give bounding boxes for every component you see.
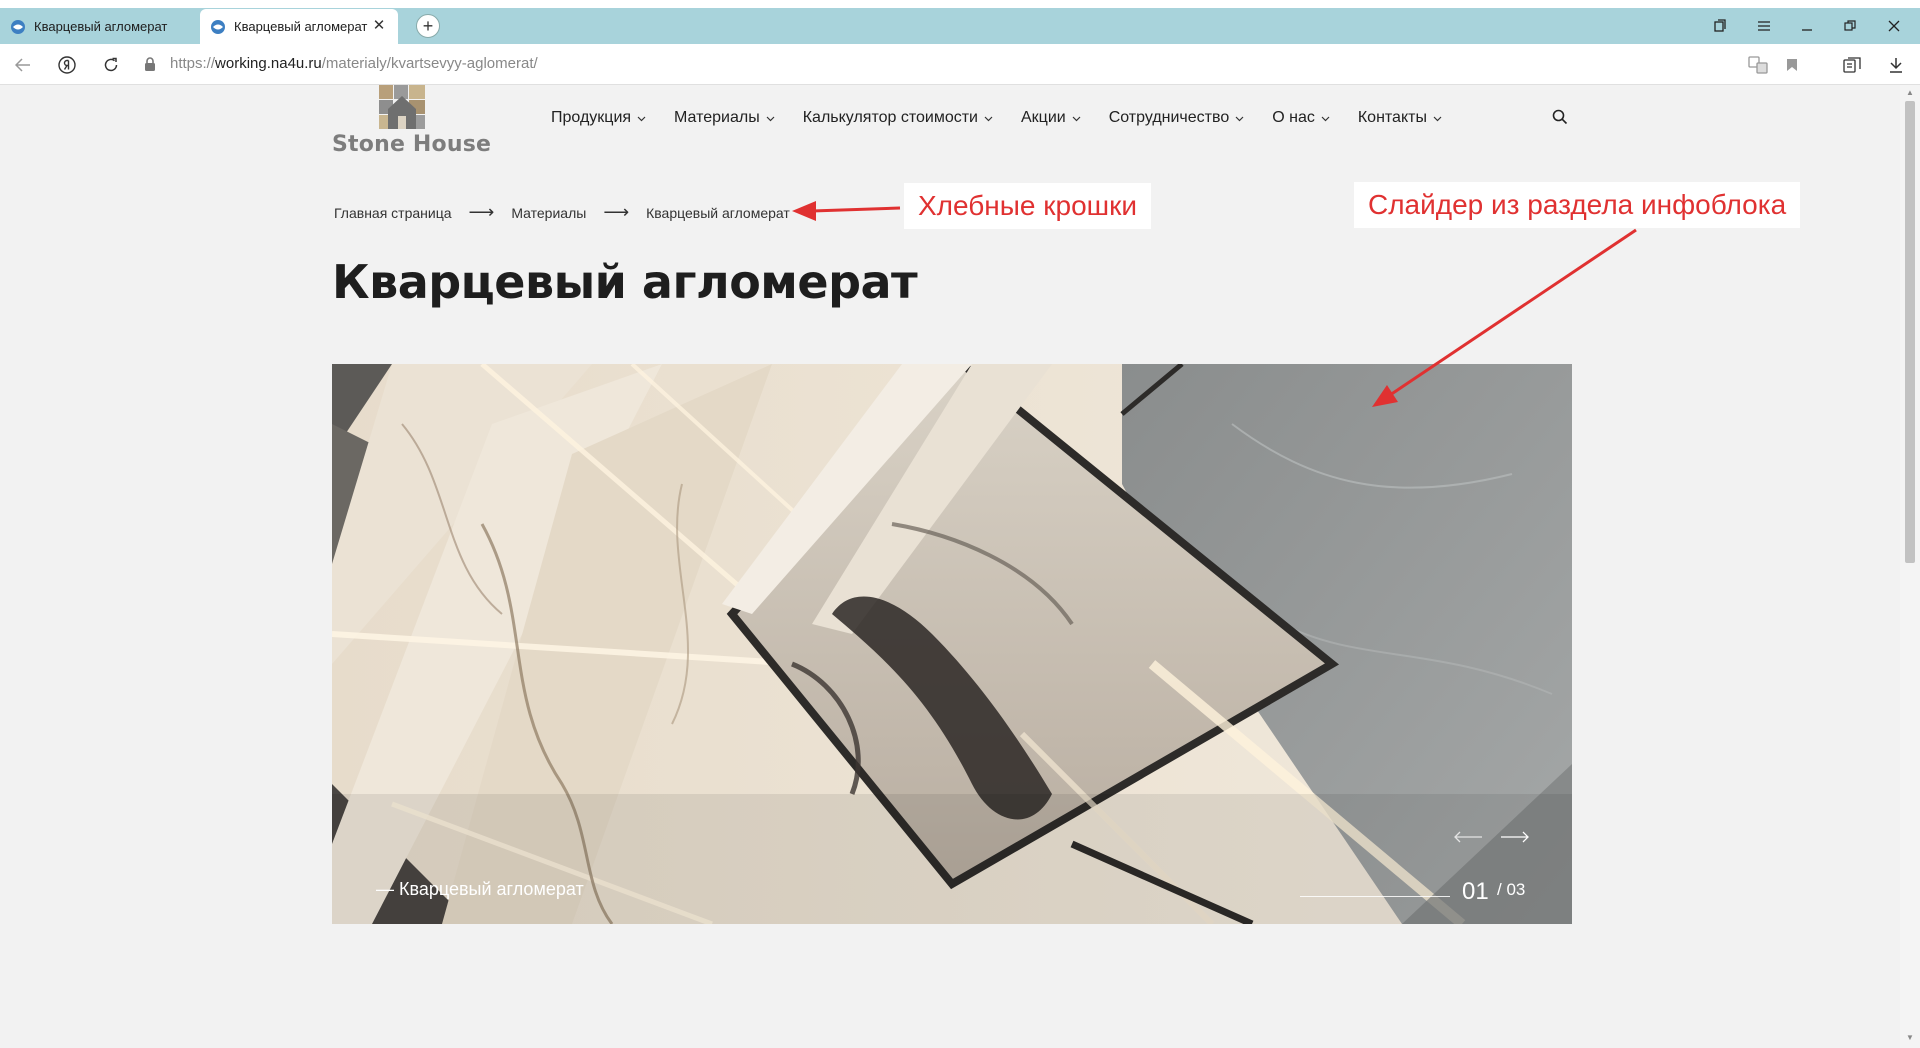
url-scheme: https:// (170, 55, 216, 72)
lock-icon (145, 57, 155, 71)
new-tab-button[interactable]: + (416, 14, 440, 38)
tab-title: Кварцевый агломерат (34, 19, 168, 34)
browser-tab-active[interactable]: Кварцевый агломерат ✕ (200, 9, 398, 44)
menu-icon[interactable] (1752, 14, 1776, 38)
annotation-arrows (792, 201, 1637, 407)
url-path: /materialy/kvartsevyy-aglomerat/ (321, 55, 538, 72)
restore-icon[interactable] (1838, 14, 1862, 38)
collections-icon[interactable] (1708, 14, 1732, 38)
url-field[interactable]: https://working.na4u.ru/materialy/kvarts… (170, 55, 538, 72)
page-content: Stone House Продукция Материалы Калькуля… (0, 85, 1900, 1048)
scrollbar-thumb[interactable] (1905, 101, 1915, 563)
minimize-icon[interactable] (1795, 14, 1819, 38)
yandex-icon[interactable] (54, 52, 80, 78)
scroll-down-icon[interactable]: ▼ (1905, 1033, 1915, 1042)
page-scrollbar[interactable]: ▲ ▼ (1900, 85, 1920, 1048)
bookmark-icon[interactable] (1779, 52, 1805, 78)
arrow-to-slider (1372, 228, 1637, 407)
download-icon[interactable] (1883, 52, 1909, 78)
address-bar: https://working.na4u.ru/materialy/kvarts… (0, 44, 1920, 85)
close-tab-icon[interactable]: ✕ (370, 17, 388, 35)
scroll-up-icon[interactable]: ▲ (1905, 88, 1915, 97)
translate-icon[interactable] (1745, 52, 1771, 78)
reload-icon[interactable] (98, 52, 124, 78)
site-favicon-icon (11, 19, 25, 34)
arrow-to-breadcrumb (792, 201, 901, 221)
browser-tab[interactable]: Кварцевый агломерат (0, 9, 200, 44)
close-window-icon[interactable] (1882, 14, 1906, 38)
reader-icon[interactable] (1839, 52, 1865, 78)
tab-title: Кварцевый агломерат (234, 19, 368, 34)
url-host: working.na4u.ru (215, 55, 322, 72)
back-icon[interactable] (10, 52, 36, 78)
site-favicon-icon (211, 19, 225, 34)
